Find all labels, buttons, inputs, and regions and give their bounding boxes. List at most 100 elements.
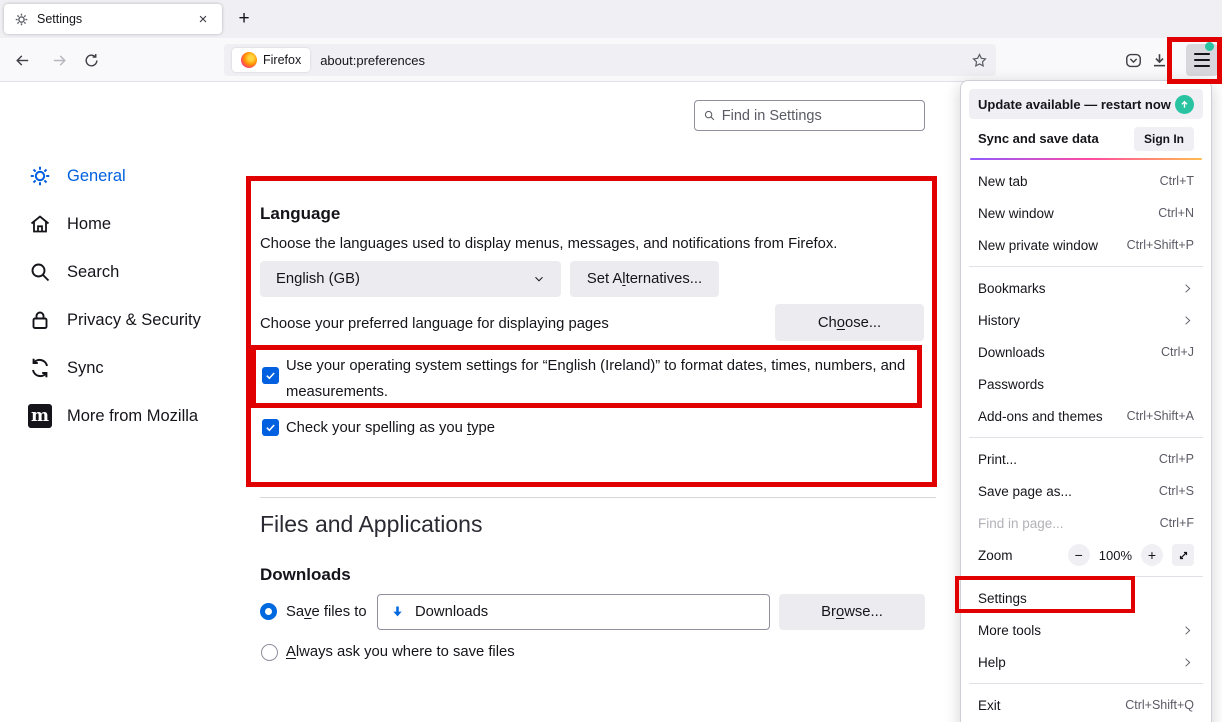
menu-item-label: New tab	[978, 174, 1028, 189]
sidebar-item-general[interactable]: General	[28, 152, 243, 200]
gear-icon	[14, 12, 29, 27]
new-tab-button[interactable]: +	[230, 6, 258, 32]
back-icon[interactable]	[14, 52, 31, 69]
os-format-checkbox-label[interactable]: Use your operating system settings for “…	[286, 353, 916, 405]
menu-item-passwords[interactable]: Passwords	[969, 368, 1203, 400]
menu-item-print[interactable]: Print...Ctrl+P	[969, 443, 1203, 475]
menu-item-downloads[interactable]: DownloadsCtrl+J	[969, 336, 1203, 368]
reload-icon[interactable]	[83, 52, 100, 69]
sign-in-button[interactable]: Sign In	[1134, 127, 1194, 151]
chevron-right-icon	[1181, 314, 1194, 327]
sidebar-item-more-from-mozilla[interactable]: mMore from Mozilla	[28, 392, 243, 440]
menu-item-shortcut: Ctrl+Shift+Q	[1125, 698, 1194, 712]
menu-item-shortcut: Ctrl+Shift+A	[1127, 409, 1194, 423]
sidebar-item-privacy-security[interactable]: Privacy & Security	[28, 296, 243, 344]
menu-item-exit[interactable]: Exit Ctrl+Shift+Q	[969, 689, 1203, 721]
menu-item-label: Exit	[978, 698, 1001, 713]
menu-item-new-tab[interactable]: New tabCtrl+T	[969, 165, 1203, 197]
close-tab-icon[interactable]: ×	[194, 11, 212, 28]
firefox-logo-icon	[241, 52, 257, 68]
find-in-settings-box[interactable]	[694, 100, 925, 131]
update-banner-label: Update available — restart now	[978, 97, 1171, 112]
update-arrow-icon	[1175, 95, 1194, 114]
menu-item-shortcut: Ctrl+P	[1159, 452, 1194, 466]
files-and-applications-heading: Files and Applications	[260, 511, 482, 538]
browse-button[interactable]: Browse...	[779, 594, 925, 630]
spellcheck-checkbox[interactable]	[262, 419, 279, 436]
fullscreen-icon[interactable]	[1172, 544, 1194, 566]
menu-separator	[969, 683, 1203, 684]
menu-item-add-ons-and-themes[interactable]: Add-ons and themesCtrl+Shift+A	[969, 400, 1203, 432]
set-alternatives-button[interactable]: Set Alternatives...	[570, 261, 719, 297]
site-identity-chip[interactable]: Firefox	[232, 48, 310, 72]
menu-item-label: Zoom	[978, 548, 1013, 563]
always-ask-radio[interactable]	[261, 644, 278, 661]
sidebar-item-search[interactable]: Search	[28, 248, 243, 296]
save-files-to-label[interactable]: Save files to	[286, 604, 367, 620]
os-format-checkbox[interactable]	[262, 367, 279, 384]
menu-item-find-in-page: Find in page...Ctrl+F	[969, 507, 1203, 539]
menu-item-label: Save page as...	[978, 484, 1072, 499]
zoom-in-button[interactable]: +	[1141, 544, 1163, 566]
zoom-out-button[interactable]: −	[1068, 544, 1090, 566]
sidebar-item-sync[interactable]: Sync	[28, 344, 243, 392]
chevron-right-icon	[1181, 656, 1194, 669]
menu-item-shortcut: Ctrl+Shift+P	[1127, 238, 1194, 252]
menu-item-shortcut: Ctrl+N	[1158, 206, 1194, 220]
tab-bar: Settings × +	[0, 0, 1222, 38]
fxa-gradient-divider	[970, 158, 1202, 160]
preferred-language-label: Choose your preferred language for displ…	[260, 316, 609, 332]
app-menu-items: New tabCtrl+TNew windowCtrl+NNew private…	[969, 165, 1203, 721]
tab-settings[interactable]: Settings ×	[4, 4, 222, 34]
save-files-to-radio[interactable]	[260, 603, 277, 620]
update-badge-dot	[1205, 42, 1214, 51]
sidebar-item-home[interactable]: Home	[28, 200, 243, 248]
spellcheck-checkbox-label[interactable]: Check your spelling as you type	[286, 420, 495, 436]
menu-item-save-page-as[interactable]: Save page as... Ctrl+S	[969, 475, 1203, 507]
menu-item-label: New private window	[978, 238, 1098, 253]
forward-icon	[51, 52, 68, 69]
downloads-toolbar-icon[interactable]	[1150, 51, 1169, 70]
sidebar-item-label: Privacy & Security	[67, 311, 201, 330]
menu-item-zoom[interactable]: Zoom −100% +	[969, 539, 1203, 571]
pocket-icon[interactable]	[1124, 51, 1143, 70]
mozilla-icon: m	[28, 404, 52, 428]
download-path-value: Downloads	[415, 604, 488, 620]
find-in-settings-input[interactable]	[722, 108, 916, 124]
url-bar[interactable]: Firefox about:preferences	[224, 44, 996, 76]
menu-item-shortcut: Ctrl+F	[1160, 516, 1194, 530]
language-dropdown-value: English (GB)	[276, 271, 360, 287]
language-dropdown[interactable]: English (GB)	[260, 261, 561, 297]
firefox-window: { "browser": { "tab_title": "Settings", …	[0, 0, 1222, 722]
sync-label: Sync and save data	[978, 131, 1099, 146]
downloads-heading: Downloads	[260, 565, 351, 585]
menu-item-bookmarks[interactable]: Bookmarks	[969, 272, 1203, 304]
search-icon	[28, 260, 52, 284]
menu-separator	[969, 576, 1203, 577]
menu-item-label: Bookmarks	[978, 281, 1046, 296]
sync-icon	[28, 356, 52, 380]
menu-item-settings[interactable]: Settings	[969, 582, 1203, 614]
update-banner[interactable]: Update available — restart now	[969, 89, 1203, 119]
menu-item-new-window[interactable]: New windowCtrl+N	[969, 197, 1203, 229]
menu-item-label: Passwords	[978, 377, 1044, 392]
menu-item-shortcut: Ctrl+S	[1159, 484, 1194, 498]
search-icon	[703, 109, 716, 123]
chevron-right-icon	[1181, 624, 1194, 637]
tab-title: Settings	[37, 12, 186, 26]
choose-language-button[interactable]: Choose...	[775, 304, 924, 341]
url-text: about:preferences	[320, 53, 961, 68]
menu-item-label: Help	[978, 655, 1006, 670]
menu-separator	[969, 266, 1203, 267]
menu-item-help[interactable]: Help	[969, 646, 1203, 678]
menu-item-history[interactable]: History	[969, 304, 1203, 336]
site-identity-label: Firefox	[263, 53, 301, 67]
sidebar-item-label: Sync	[67, 359, 104, 378]
menu-item-more-tools[interactable]: More tools	[969, 614, 1203, 646]
chevron-down-icon	[533, 273, 545, 285]
menu-item-new-private-window[interactable]: New private window Ctrl+Shift+P	[969, 229, 1203, 261]
download-path-field[interactable]: Downloads	[377, 594, 770, 630]
zoom-level-value: 100%	[1099, 548, 1132, 563]
always-ask-label[interactable]: Always ask you where to save files	[286, 644, 515, 660]
bookmark-star-icon[interactable]	[971, 52, 988, 69]
